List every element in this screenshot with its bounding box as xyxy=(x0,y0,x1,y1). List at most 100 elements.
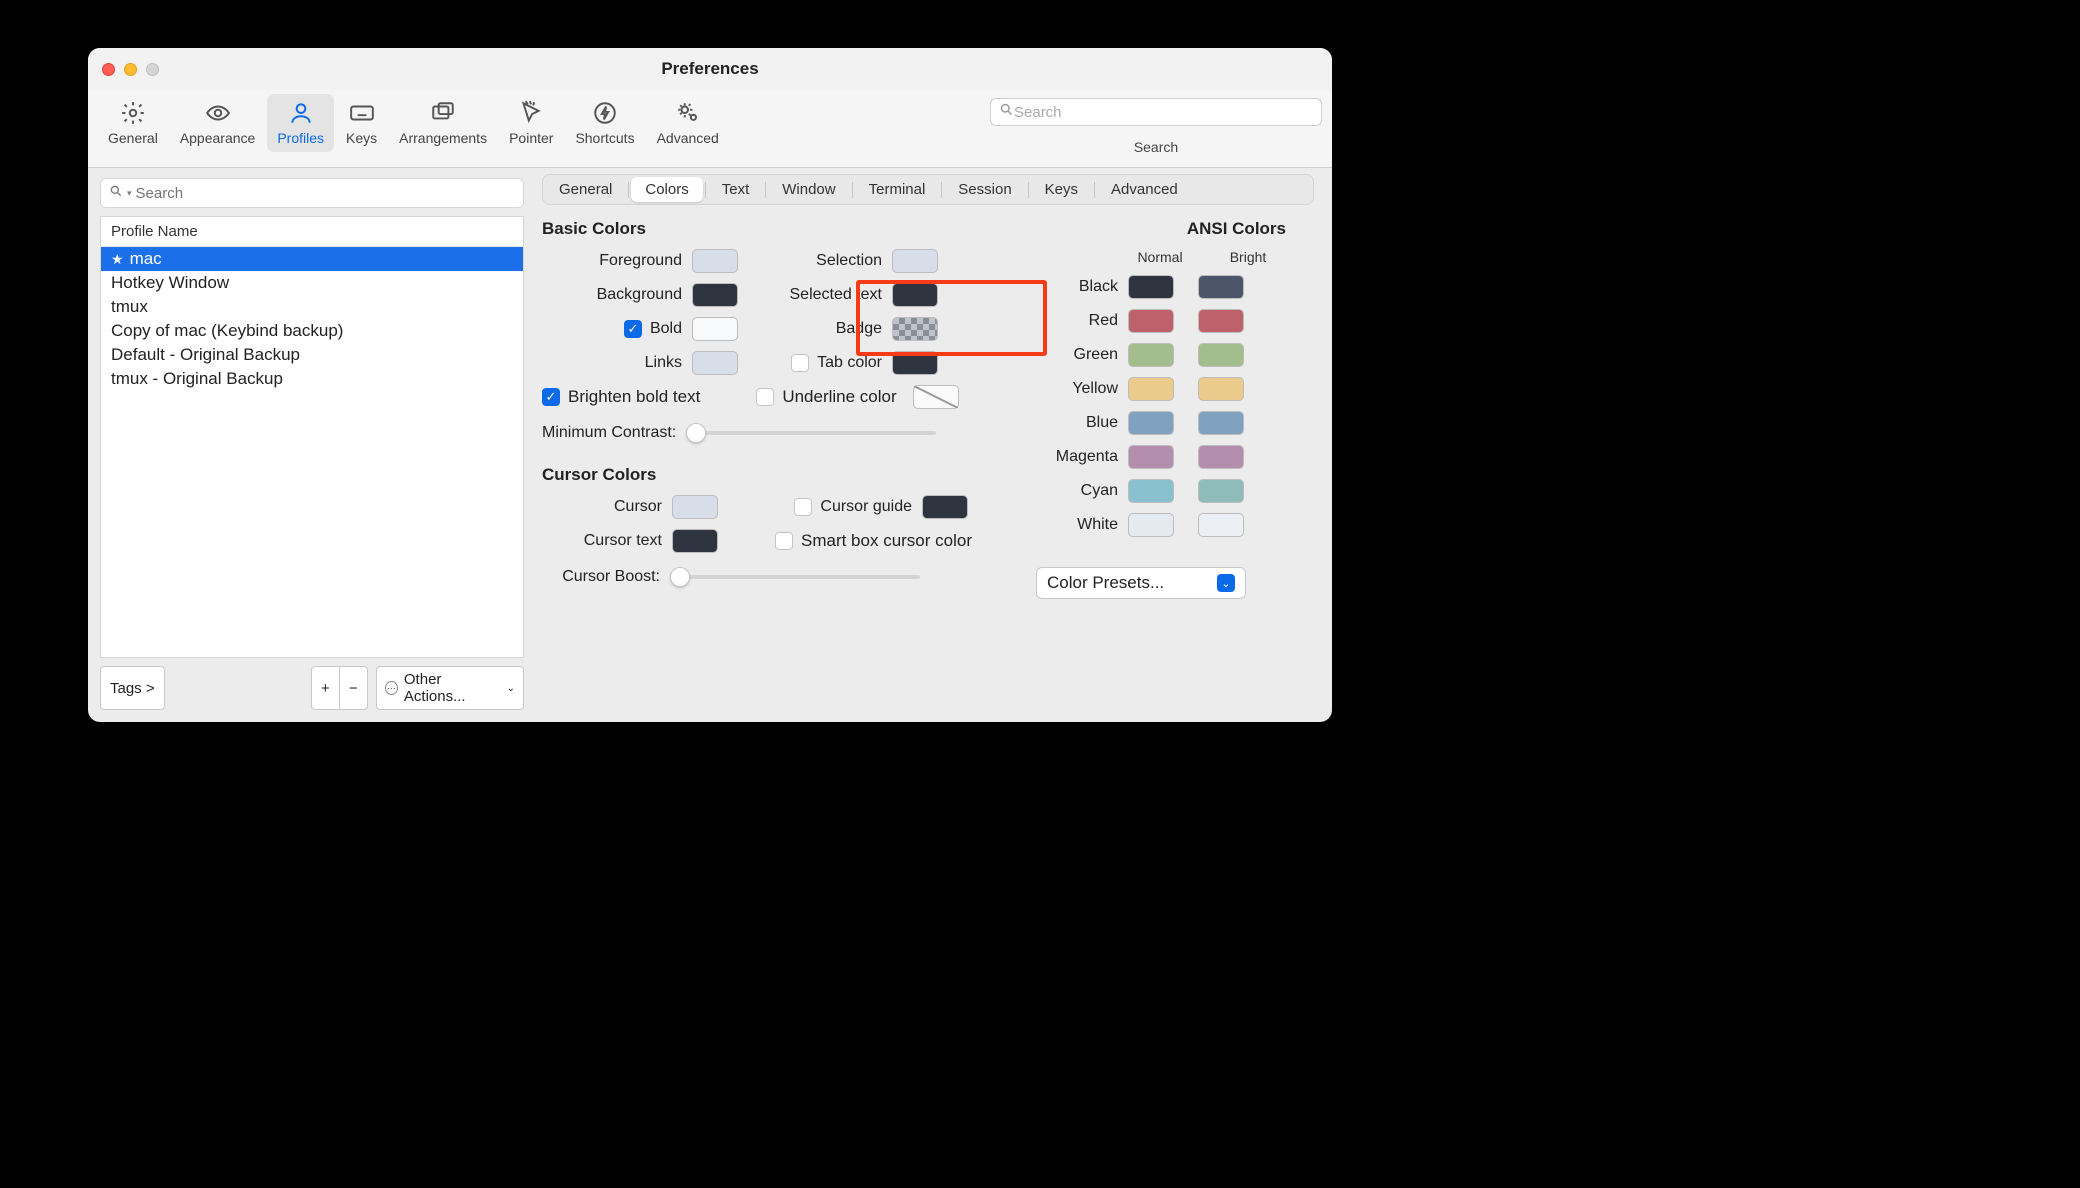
subtab-text[interactable]: Text xyxy=(708,177,764,202)
tab-shortcuts[interactable]: Shortcuts xyxy=(565,94,644,152)
tab-label: Arrangements xyxy=(399,130,487,146)
ansi-row: Red xyxy=(1036,309,1286,333)
ansi-normal-swatch[interactable] xyxy=(1128,479,1174,503)
keyboard-icon xyxy=(347,98,377,128)
subtab-keys[interactable]: Keys xyxy=(1031,177,1092,202)
tab-profiles[interactable]: Profiles xyxy=(267,94,334,152)
search-input[interactable] xyxy=(1014,104,1313,121)
ansi-normal-swatch[interactable] xyxy=(1128,411,1174,435)
ansi-normal-swatch[interactable] xyxy=(1128,377,1174,401)
ansi-bright-swatch[interactable] xyxy=(1198,343,1244,367)
profile-row[interactable]: Default - Original Backup xyxy=(101,343,523,367)
other-actions-label: Other Actions... xyxy=(404,671,501,705)
toolbar-search[interactable]: Search xyxy=(990,98,1322,126)
star-icon: ★ xyxy=(111,251,124,268)
tab-color-checkbox[interactable] xyxy=(791,354,809,372)
profile-search[interactable]: ▾ xyxy=(100,178,524,208)
ansi-bright-swatch[interactable] xyxy=(1198,445,1244,469)
other-actions-dropdown[interactable]: ··· Other Actions... ⌄ xyxy=(376,666,524,710)
min-contrast-slider[interactable] xyxy=(686,423,936,443)
profile-row[interactable]: ★mac xyxy=(101,247,523,271)
cursor-text-label: Cursor text xyxy=(542,532,662,550)
profile-row[interactable]: tmux - Original Backup xyxy=(101,367,523,391)
eye-icon xyxy=(203,98,233,128)
subtab-general[interactable]: General xyxy=(545,177,626,202)
tab-arrangements[interactable]: Arrangements xyxy=(389,94,497,152)
underline-color-checkbox[interactable] xyxy=(756,388,774,406)
smart-box-checkbox[interactable] xyxy=(775,532,793,550)
cursor-guide-checkbox[interactable] xyxy=(794,498,812,516)
subtab-advanced[interactable]: Advanced xyxy=(1097,177,1192,202)
cursor-text-swatch[interactable] xyxy=(672,529,718,553)
selected-text-swatch[interactable] xyxy=(892,283,938,307)
subtab-session[interactable]: Session xyxy=(944,177,1025,202)
underline-color-swatch[interactable] xyxy=(913,385,959,409)
brighten-bold-label: Brighten bold text xyxy=(568,387,700,407)
sidebar: ▾ Profile Name ★macHotkey WindowtmuxCopy… xyxy=(88,168,536,722)
titlebar: Preferences xyxy=(88,48,1332,90)
gears-icon xyxy=(674,98,702,128)
ansi-bright-swatch[interactable] xyxy=(1198,309,1244,333)
ansi-name: Yellow xyxy=(1036,380,1128,398)
background-label: Background xyxy=(542,286,682,304)
color-presets-dropdown[interactable]: Color Presets... ⌄ xyxy=(1036,567,1246,599)
ansi-name: Magenta xyxy=(1036,448,1128,466)
color-presets-label: Color Presets... xyxy=(1047,573,1164,593)
profile-search-input[interactable] xyxy=(136,185,515,202)
profile-row[interactable]: tmux xyxy=(101,295,523,319)
foreground-swatch[interactable] xyxy=(692,249,738,273)
selection-swatch[interactable] xyxy=(892,249,938,273)
tab-label: Profiles xyxy=(277,130,324,146)
profile-row[interactable]: Copy of mac (Keybind backup) xyxy=(101,319,523,343)
add-profile-button[interactable]: + xyxy=(311,666,339,710)
ansi-normal-swatch[interactable] xyxy=(1128,309,1174,333)
subtabs: GeneralColorsTextWindowTerminalSessionKe… xyxy=(542,174,1314,205)
subtab-window[interactable]: Window xyxy=(768,177,849,202)
subtab-colors[interactable]: Colors xyxy=(631,177,702,202)
tab-appearance[interactable]: Appearance xyxy=(170,94,266,152)
tab-pointer[interactable]: Pointer xyxy=(499,94,563,152)
ansi-name: Blue xyxy=(1036,414,1128,432)
bold-checkbox[interactable]: ✓ xyxy=(624,320,642,338)
bold-swatch[interactable] xyxy=(692,317,738,341)
ansi-row: Magenta xyxy=(1036,445,1286,469)
tab-label: Pointer xyxy=(509,130,553,146)
ansi-bright-swatch[interactable] xyxy=(1198,275,1244,299)
profile-row[interactable]: Hotkey Window xyxy=(101,271,523,295)
tab-general[interactable]: General xyxy=(98,94,168,152)
cursor-guide-swatch[interactable] xyxy=(922,495,968,519)
brighten-bold-checkbox[interactable]: ✓ xyxy=(542,388,560,406)
ansi-bright-swatch[interactable] xyxy=(1198,479,1244,503)
profile-name: Copy of mac (Keybind backup) xyxy=(111,321,343,341)
tab-keys[interactable]: Keys xyxy=(336,94,387,152)
background-swatch[interactable] xyxy=(692,283,738,307)
chevron-down-icon: ⌄ xyxy=(1217,574,1235,592)
ansi-normal-swatch[interactable] xyxy=(1128,343,1174,367)
cursor-boost-slider[interactable] xyxy=(670,567,920,587)
badge-swatch[interactable] xyxy=(892,317,938,341)
ansi-name: Green xyxy=(1036,346,1128,364)
remove-profile-button[interactable]: − xyxy=(339,666,368,710)
ansi-bright-swatch[interactable] xyxy=(1198,377,1244,401)
ansi-normal-swatch[interactable] xyxy=(1128,275,1174,299)
selection-label: Selection xyxy=(752,252,882,270)
cursor-label: Cursor xyxy=(542,498,662,516)
ansi-bright-swatch[interactable] xyxy=(1198,411,1244,435)
tab-color-swatch[interactable] xyxy=(892,351,938,375)
gear-icon xyxy=(120,98,146,128)
profile-name: tmux xyxy=(111,297,148,317)
cursor-swatch[interactable] xyxy=(672,495,718,519)
ansi-normal-swatch[interactable] xyxy=(1128,445,1174,469)
ansi-name: Red xyxy=(1036,312,1128,330)
selected-text-label: Selected text xyxy=(752,286,882,304)
tab-label: General xyxy=(108,130,158,146)
links-swatch[interactable] xyxy=(692,351,738,375)
tab-label: Advanced xyxy=(657,130,719,146)
ansi-bright-swatch[interactable] xyxy=(1198,513,1244,537)
ansi-normal-swatch[interactable] xyxy=(1128,513,1174,537)
cursor-boost-label: Cursor Boost: xyxy=(542,568,660,586)
tab-color-label: Tab color xyxy=(817,354,882,372)
subtab-terminal[interactable]: Terminal xyxy=(855,177,940,202)
tags-button[interactable]: Tags > xyxy=(100,666,165,710)
tab-advanced[interactable]: Advanced xyxy=(647,94,729,152)
